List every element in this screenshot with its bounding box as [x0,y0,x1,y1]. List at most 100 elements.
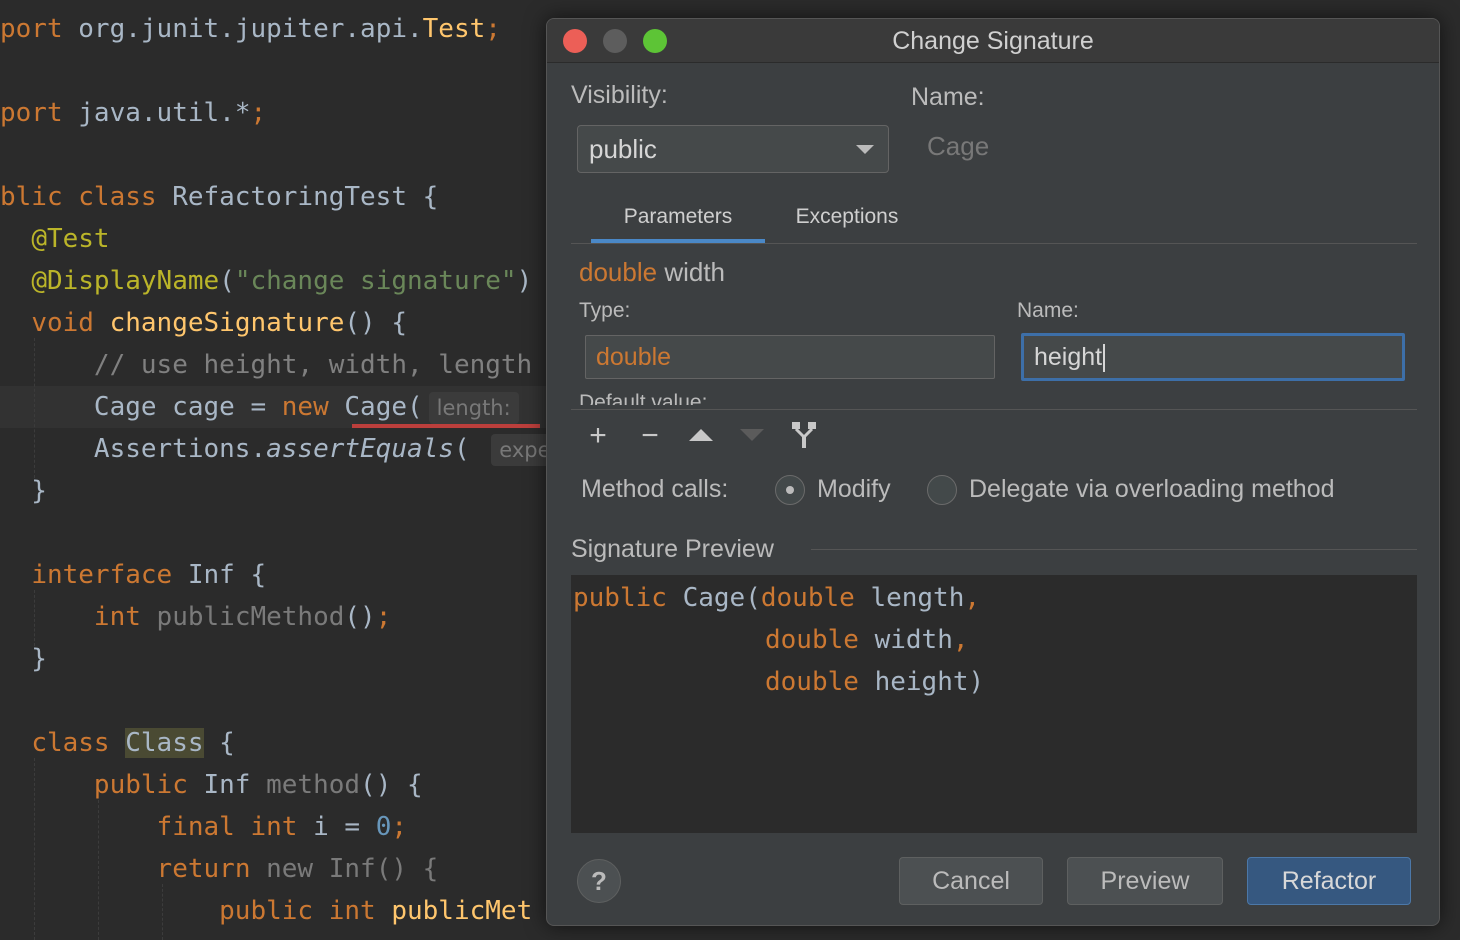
code-line: class Class { [0,722,235,764]
code-token: RefactoringTest { [172,182,439,212]
code-token: 0 [375,812,392,842]
param-name-input[interactable]: height [1021,333,1405,381]
code-token: { [203,728,235,758]
code-token: java.util.* [78,98,251,128]
error-underline [352,424,540,428]
code-line: blic class RefactoringTest { [0,176,438,218]
code-token: Class [125,728,204,758]
code-line: public int publicMet [0,890,532,932]
code-token: } [0,644,47,674]
code-token: Assertions. [0,434,267,464]
code-token: port [0,98,79,128]
default-value-label-clip: Default value: [579,389,979,405]
parameter-title: double width [579,257,725,288]
code-token: Cage cage = [0,392,282,422]
code-token: () { [360,770,423,800]
type-label: Type: [579,299,631,322]
preview-line: double height) [765,667,985,697]
code-token: @DisplayName [31,266,220,296]
propagate-icon[interactable] [791,421,817,449]
preview-line: public Cage(double length, [573,583,981,613]
signature-preview-label: Signature Preview [571,535,774,563]
code-token: } [0,476,47,506]
method-calls-label: Method calls: [581,475,729,503]
delegate-radio[interactable] [927,475,957,505]
code-line: } [0,470,47,512]
default-value-label: Default value: [579,391,708,405]
code-token: public int [219,896,392,926]
delegate-label: Delegate via overloading method [969,475,1335,503]
code-line: @DisplayName("change signature") [0,260,532,302]
code-token: changeSignature [109,308,345,338]
code-token: new [281,392,345,422]
help-button[interactable]: ? [577,859,621,903]
dialog-title: Change Signature [892,27,1094,55]
code-line: void changeSignature() { [0,302,407,344]
code-token: return [156,854,267,884]
code-token: method [266,770,361,800]
code-token: assertEquals [266,434,454,464]
change-signature-dialog: Change Signature Visibility: Name: publi… [546,18,1440,926]
code-token: () [344,602,376,632]
parameter-hint: length: [428,391,519,424]
tab-exceptions[interactable]: Exceptions [765,201,929,241]
visibility-value: public [589,134,657,164]
code-token: Test [422,14,486,44]
toolbar-divider [571,409,1417,410]
code-line: Assertions.assertEquals( expe [0,428,559,470]
add-parameter-icon[interactable]: + [583,421,613,451]
visibility-select[interactable]: public [577,125,889,173]
param-name-label: Name: [1017,299,1079,322]
code-token: publicMethod [156,602,345,632]
code-token: interface [31,560,188,590]
code-token: class [31,728,126,758]
code-line: return new Inf() { [0,848,439,890]
code-token: () { [344,308,408,338]
modify-radio[interactable] [775,475,805,505]
modify-label: Modify [817,475,891,503]
signature-preview: public Cage(double length, double width,… [571,575,1417,833]
tabs-divider [571,243,1417,244]
radio-selected-dot [786,486,794,494]
code-line: public Inf method() { [0,764,423,806]
code-token: ; [375,602,392,632]
type-input[interactable]: double [585,335,995,379]
code-line: Cage cage = new Cage(length: [0,386,519,428]
cancel-button[interactable]: Cancel [899,857,1043,905]
code-line: port org.junit.jupiter.api.Test; [0,8,501,50]
move-up-icon[interactable] [689,429,713,441]
code-line: @Test [0,218,109,260]
visibility-label: Visibility: [571,81,668,109]
code-token: ; [250,98,267,128]
preview-button[interactable]: Preview [1067,857,1223,905]
code-token: publicMet [391,896,533,926]
code-token: Inf [203,770,267,800]
parameter-title-name: width [664,257,726,287]
code-token: ; [391,812,408,842]
remove-parameter-icon[interactable]: − [635,421,665,451]
method-name-label: Name: [911,83,985,111]
code-token: ( [453,434,486,464]
code-token: final int [156,812,314,842]
dialog-titlebar: Change Signature [547,19,1439,63]
preview-divider [811,549,1417,550]
refactor-button[interactable]: Refactor [1247,857,1411,905]
code-line: port java.util.*; [0,92,266,134]
tab-parameters[interactable]: Parameters [591,201,765,241]
code-token: port [0,14,79,44]
code-line: int publicMethod(); [0,596,391,638]
code-token: ) [516,266,533,296]
move-down-icon [740,429,764,441]
code-token: public [93,770,204,800]
code-token: Inf { [187,560,267,590]
code-line: final int i = 0; [0,806,407,848]
code-token: ( [219,266,235,296]
